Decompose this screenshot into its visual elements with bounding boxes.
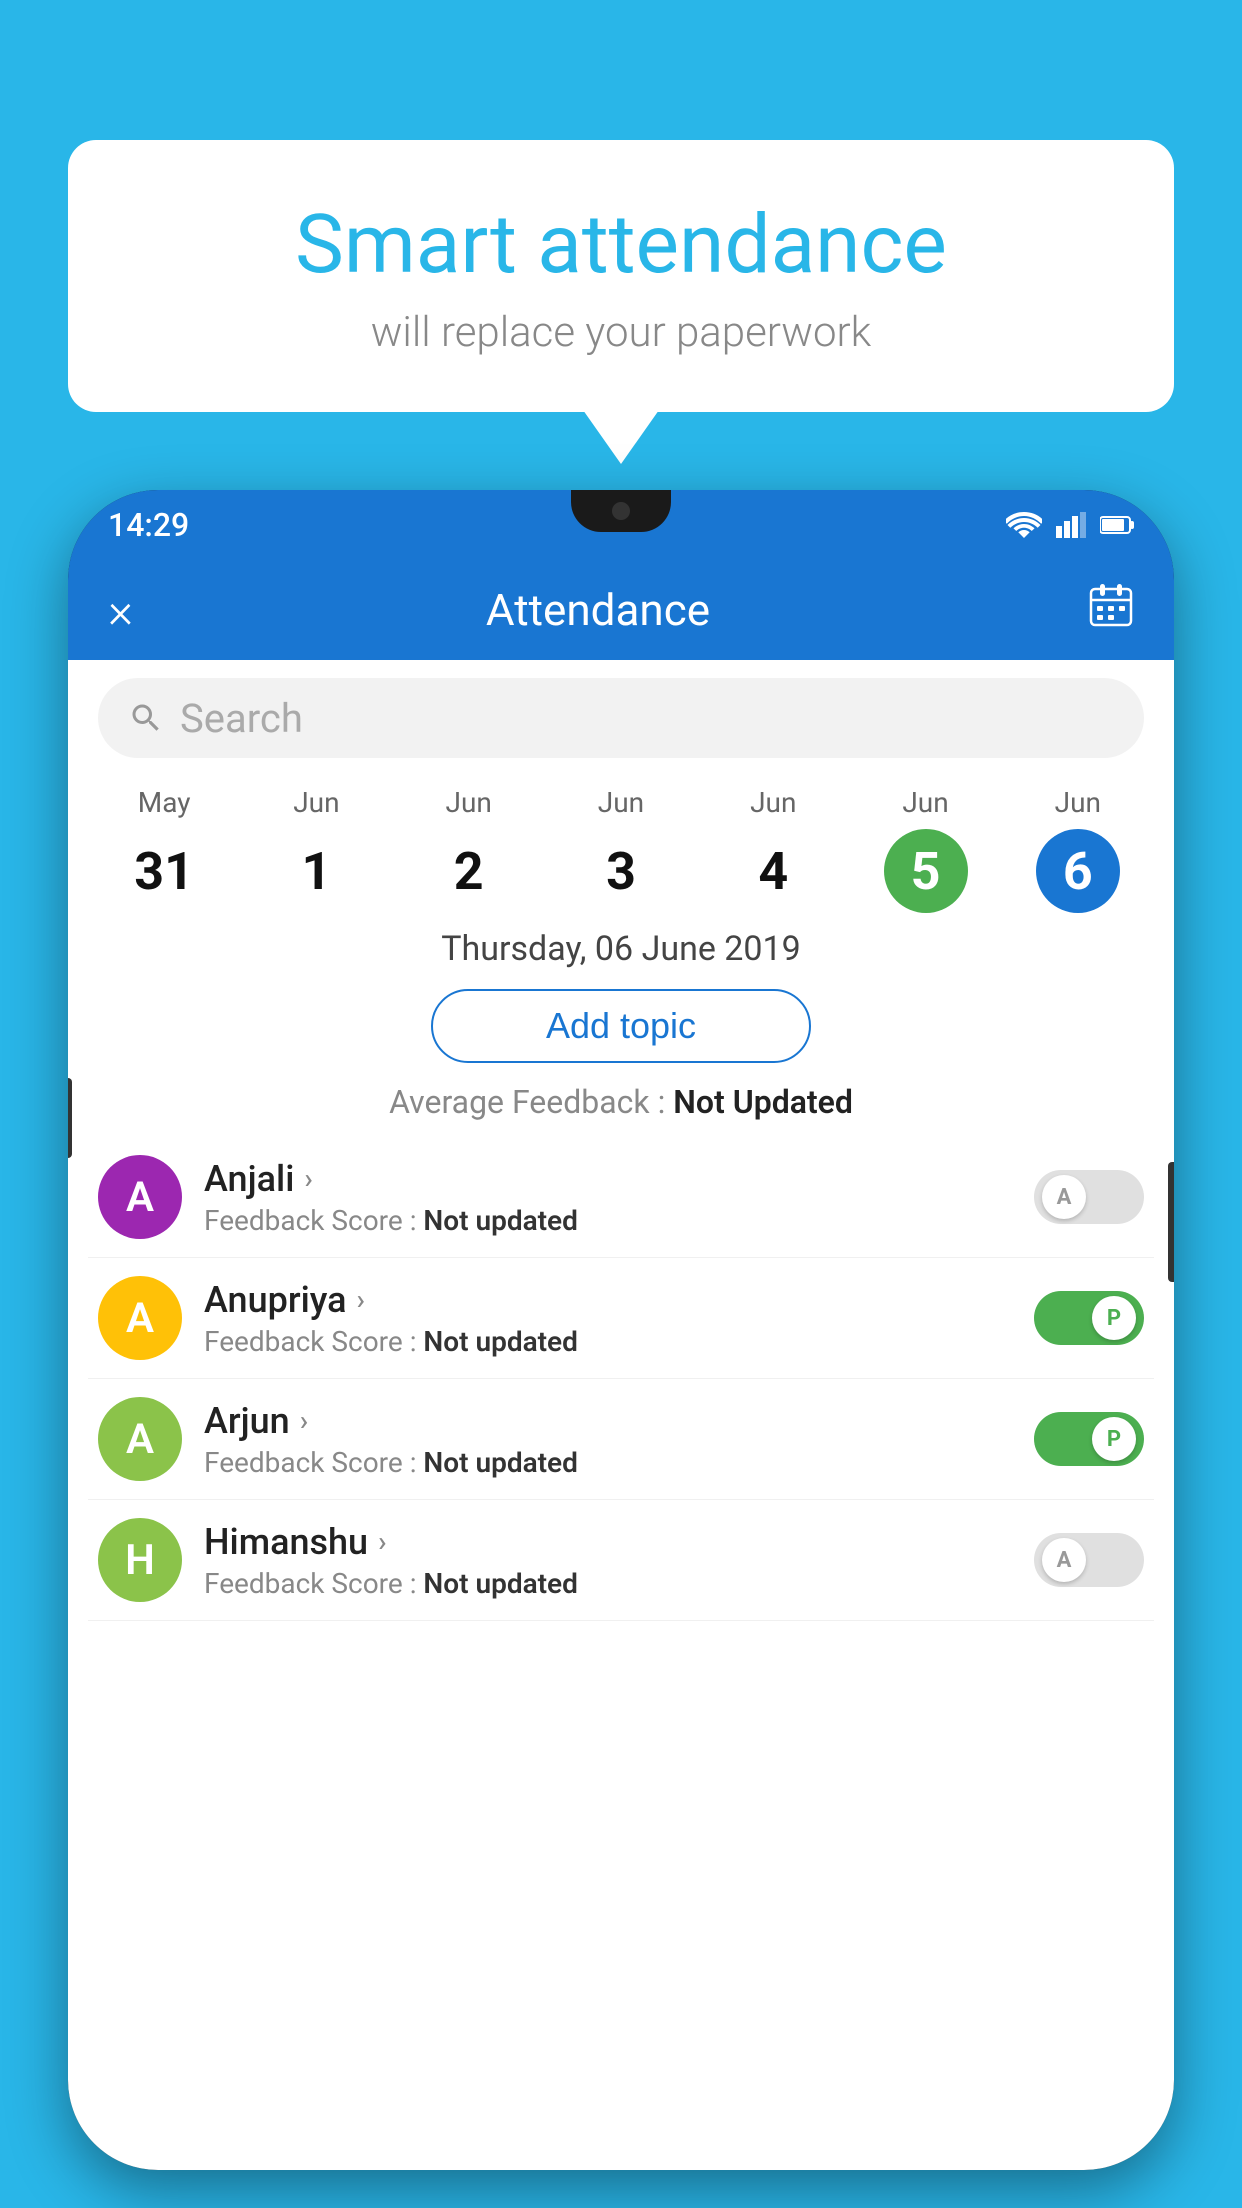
battery-icon xyxy=(1100,515,1134,535)
feedback-score: Feedback Score : Not updated xyxy=(204,1567,1012,1600)
wifi-icon xyxy=(1006,512,1042,538)
calendar-day[interactable]: Jun6 xyxy=(1002,786,1154,913)
avatar: A xyxy=(98,1276,182,1360)
calendar-day[interactable]: Jun5 xyxy=(849,786,1001,913)
app-content: Search May31Jun1Jun2Jun3Jun4Jun5Jun6 Thu… xyxy=(68,660,1174,2170)
volume-button xyxy=(68,1078,72,1158)
student-name: Anupriya › xyxy=(204,1279,1012,1321)
selected-date-label: Thursday, 06 June 2019 xyxy=(68,919,1174,975)
search-placeholder: Search xyxy=(180,695,303,742)
attendance-toggle[interactable]: P xyxy=(1034,1412,1144,1466)
student-row[interactable]: A Arjun › Feedback Score : Not updated P xyxy=(88,1379,1154,1500)
avatar: A xyxy=(98,1155,182,1239)
student-list: AAnjali ›Feedback Score : Not updatedAAA… xyxy=(68,1137,1174,1621)
attendance-toggle[interactable]: A xyxy=(1034,1533,1144,1587)
calendar-icon[interactable] xyxy=(1088,582,1134,638)
header-title: Attendance xyxy=(168,584,1028,636)
status-bar: 14:29 xyxy=(68,490,1174,560)
phone-frame: 14:29 × Attendance xyxy=(68,490,1174,2170)
speech-bubble-wrapper: Smart attendance will replace your paper… xyxy=(68,140,1174,412)
student-info: Himanshu › Feedback Score : Not updated xyxy=(204,1521,1012,1600)
search-bar[interactable]: Search xyxy=(98,678,1144,758)
search-bar-wrapper: Search xyxy=(68,660,1174,776)
student-info: Anjali › Feedback Score : Not updated xyxy=(204,1158,1012,1237)
app-header: × Attendance xyxy=(68,560,1174,660)
notch xyxy=(571,490,671,532)
status-time: 14:29 xyxy=(108,506,189,544)
search-icon xyxy=(128,700,164,736)
student-row[interactable]: H Himanshu › Feedback Score : Not updated A xyxy=(88,1500,1154,1621)
calendar-day[interactable]: May31 xyxy=(88,786,240,913)
calendar-day[interactable]: Jun2 xyxy=(393,786,545,913)
signal-icon xyxy=(1056,512,1086,538)
student-name: Himanshu › xyxy=(204,1521,1012,1563)
student-name: Arjun › xyxy=(204,1400,1012,1442)
power-button xyxy=(1168,1162,1174,1282)
student-name: Anjali › xyxy=(204,1158,1012,1200)
calendar-strip: May31Jun1Jun2Jun3Jun4Jun5Jun6 xyxy=(68,776,1174,919)
calendar-day[interactable]: Jun3 xyxy=(545,786,697,913)
student-info: Anupriya › Feedback Score : Not updated xyxy=(204,1279,1012,1358)
feedback-score: Feedback Score : Not updated xyxy=(204,1325,1012,1358)
avatar: A xyxy=(98,1397,182,1481)
attendance-toggle[interactable]: A xyxy=(1034,1170,1144,1224)
status-icons xyxy=(1006,512,1134,538)
student-row[interactable]: A Anupriya › Feedback Score : Not updated P xyxy=(88,1258,1154,1379)
bubble-subtitle: will replace your paperwork xyxy=(128,308,1114,357)
close-button[interactable]: × xyxy=(108,582,168,639)
student-info: Arjun › Feedback Score : Not updated xyxy=(204,1400,1012,1479)
speech-bubble: Smart attendance will replace your paper… xyxy=(68,140,1174,412)
feedback-score: Feedback Score : Not updated xyxy=(204,1446,1012,1479)
calendar-day[interactable]: Jun4 xyxy=(697,786,849,913)
attendance-toggle[interactable]: P xyxy=(1034,1291,1144,1345)
avg-feedback: Average Feedback : Not Updated xyxy=(68,1077,1174,1137)
avatar: H xyxy=(98,1518,182,1602)
student-row[interactable]: A Anjali › Feedback Score : Not updated A xyxy=(88,1137,1154,1258)
add-topic-button[interactable]: Add topic xyxy=(431,989,811,1063)
bubble-title: Smart attendance xyxy=(128,200,1114,290)
calendar-day[interactable]: Jun1 xyxy=(240,786,392,913)
camera xyxy=(612,502,630,520)
feedback-score: Feedback Score : Not updated xyxy=(204,1204,1012,1237)
